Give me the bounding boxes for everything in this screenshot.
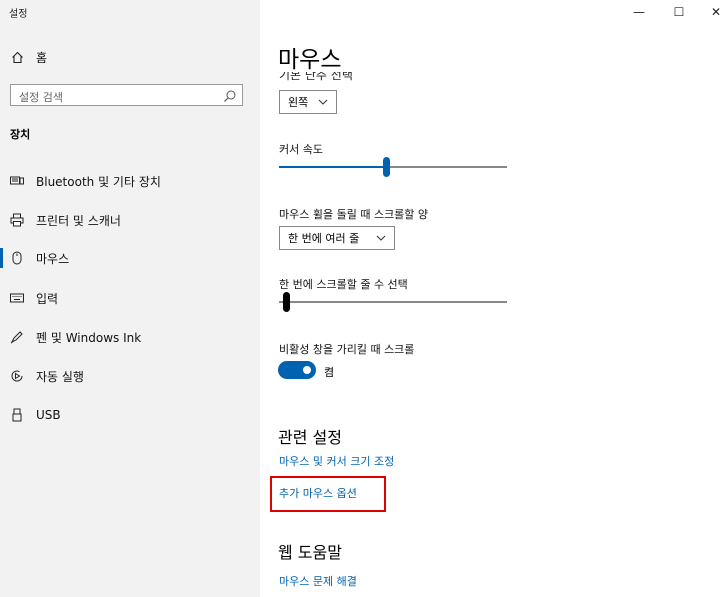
usb-icon [10,408,24,422]
printer-icon [10,213,24,227]
sidebar-item-label: USB [36,408,61,422]
mouse-troubleshoot-link[interactable]: 마우스 문제 해결 [279,573,357,589]
primary-button-label: 기본 단추 선택 [279,72,353,81]
minimize-icon: — [633,5,645,19]
sidebar-item-bluetooth[interactable]: Bluetooth 및 기타 장치 [0,165,260,197]
toggle-knob [303,366,311,374]
bluetooth-devices-icon [10,174,24,188]
toggle-state-label: 켬 [324,366,335,379]
search-placeholder: 설정 검색 [19,91,63,104]
pen-icon [10,330,24,344]
sidebar-item-label: 프린터 및 스캐너 [36,213,121,228]
web-help-title: 웹 도움말 [278,543,342,562]
slider-thumb[interactable] [282,292,290,312]
lines-slider[interactable] [279,292,507,312]
close-button[interactable]: ✕ [694,0,724,24]
sidebar-item-label: 홈 [36,50,48,65]
search-input[interactable]: 설정 검색 [10,84,243,106]
sidebar-item-label: 자동 실행 [36,369,84,384]
primary-button-select[interactable]: 왼쪽 [279,90,337,114]
app-title: 설정 [9,9,28,20]
cursor-speed-label: 커서 속도 [279,143,323,156]
chevron-down-icon [376,235,386,241]
wheel-scroll-select[interactable]: 한 번에 여러 줄 [279,226,395,250]
sidebar: 설정 홈 설정 검색 장치 Bluetooth 및 기타 장치 프린터 및 스캐… [0,0,260,597]
sidebar-item-label: Bluetooth 및 기타 장치 [36,174,161,189]
autoplay-icon [10,369,24,383]
slider-fill [279,166,386,168]
related-settings-title: 관련 설정 [278,428,342,447]
chevron-down-icon [318,99,328,105]
select-value: 한 번에 여러 줄 [288,232,360,245]
close-icon: ✕ [710,5,722,19]
page-title: 마우스 [278,47,342,73]
sidebar-item-typing[interactable]: 입력 [0,282,260,314]
sidebar-item-autoplay[interactable]: 자동 실행 [0,360,260,392]
sidebar-item-printers[interactable]: 프린터 및 스캐너 [0,204,260,236]
select-value: 왼쪽 [288,96,309,109]
sidebar-item-usb[interactable]: USB [0,399,260,431]
keyboard-icon [10,291,24,305]
mouse-icon [10,251,24,265]
sidebar-item-label: 입력 [36,291,59,306]
maximize-icon: ☐ [673,5,685,19]
inactive-scroll-label: 비활성 창을 가리킬 때 스크롤 [279,343,415,356]
search-icon[interactable] [223,88,237,102]
sidebar-item-mouse[interactable]: 마우스 [0,242,260,274]
minimize-button[interactable]: — [617,0,661,24]
highlight-box [270,476,386,512]
sidebar-item-home[interactable]: 홈 [0,41,260,73]
mouse-cursor-size-link[interactable]: 마우스 및 커서 크기 조정 [279,453,394,469]
wheel-scroll-label: 마우스 휠을 돌릴 때 스크롤할 양 [279,208,429,221]
lines-label: 한 번에 스크롤할 줄 수 선택 [279,278,408,291]
sidebar-item-label: 펜 및 Windows Ink [36,330,142,345]
inactive-scroll-toggle[interactable] [278,361,316,379]
slider-thumb[interactable] [382,157,390,177]
sidebar-item-pen[interactable]: 펜 및 Windows Ink [0,321,260,353]
section-title: 장치 [10,128,31,141]
cursor-speed-slider[interactable] [279,157,507,177]
home-icon [10,50,24,64]
sidebar-item-label: 마우스 [36,251,70,266]
